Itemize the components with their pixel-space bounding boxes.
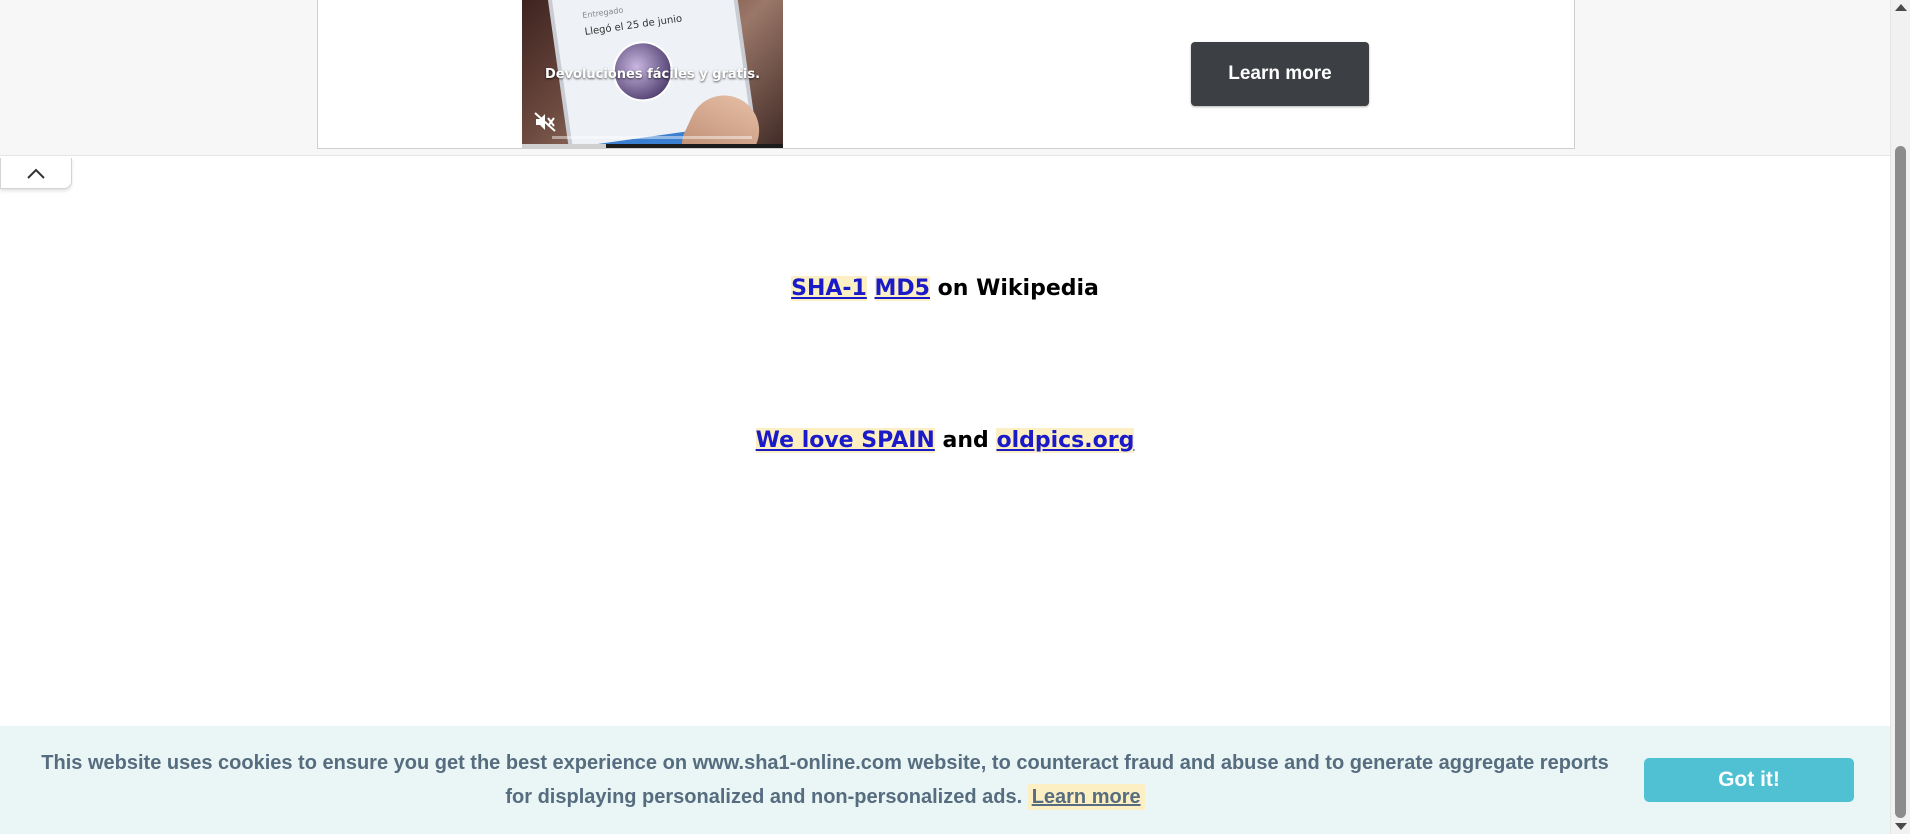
- ad-video-progress-fill: [522, 144, 606, 148]
- page: Entregado Llegó el 25 de junio Devo Devo…: [0, 0, 1890, 834]
- ad-fineprint: [552, 136, 752, 139]
- ad-video[interactable]: Entregado Llegó el 25 de junio Devo Devo…: [522, 0, 783, 148]
- ad-phone-status-text: Entregado: [581, 5, 624, 21]
- wikipedia-links-line: SHA-1 MD5 on Wikipedia: [0, 276, 1890, 301]
- and-text: and: [942, 428, 989, 453]
- md5-wikipedia-link[interactable]: MD5: [874, 276, 930, 301]
- sha1-wikipedia-link[interactable]: SHA-1: [791, 276, 867, 301]
- collapse-ad-button[interactable]: [0, 158, 72, 189]
- vertical-scrollbar[interactable]: [1890, 0, 1910, 834]
- ad-learn-more-button[interactable]: Learn more: [1191, 42, 1369, 106]
- partner-links-line: We love SPAIN and oldpics.org: [0, 428, 1890, 453]
- ad-video-caption: Devoluciones fáciles y gratis.: [544, 67, 761, 82]
- cookie-message-text: This website uses cookies to ensure you …: [41, 752, 1609, 808]
- scroll-down-arrow-icon[interactable]: [1895, 823, 1907, 830]
- cookie-learn-more-link[interactable]: Learn more: [1027, 784, 1145, 810]
- ad-video-progress-bar[interactable]: [522, 144, 783, 148]
- ad-banner-area: Entregado Llegó el 25 de junio Devo Devo…: [0, 0, 1890, 156]
- muted-speaker-icon[interactable]: [534, 112, 556, 132]
- scroll-up-arrow-icon[interactable]: [1895, 4, 1907, 11]
- chevron-up-icon: [27, 168, 45, 179]
- scrollbar-thumb[interactable]: [1895, 146, 1906, 818]
- cookie-consent-bar: This website uses cookies to ensure you …: [0, 726, 1890, 834]
- cookie-message: This website uses cookies to ensure you …: [30, 746, 1620, 814]
- ad-frame: Entregado Llegó el 25 de junio Devo Devo…: [317, 0, 1575, 149]
- we-love-spain-link[interactable]: We love SPAIN: [755, 428, 935, 453]
- wikipedia-suffix-text: on Wikipedia: [937, 276, 1099, 301]
- oldpics-link[interactable]: oldpics.org: [996, 428, 1135, 453]
- cookie-accept-button[interactable]: Got it!: [1644, 758, 1854, 802]
